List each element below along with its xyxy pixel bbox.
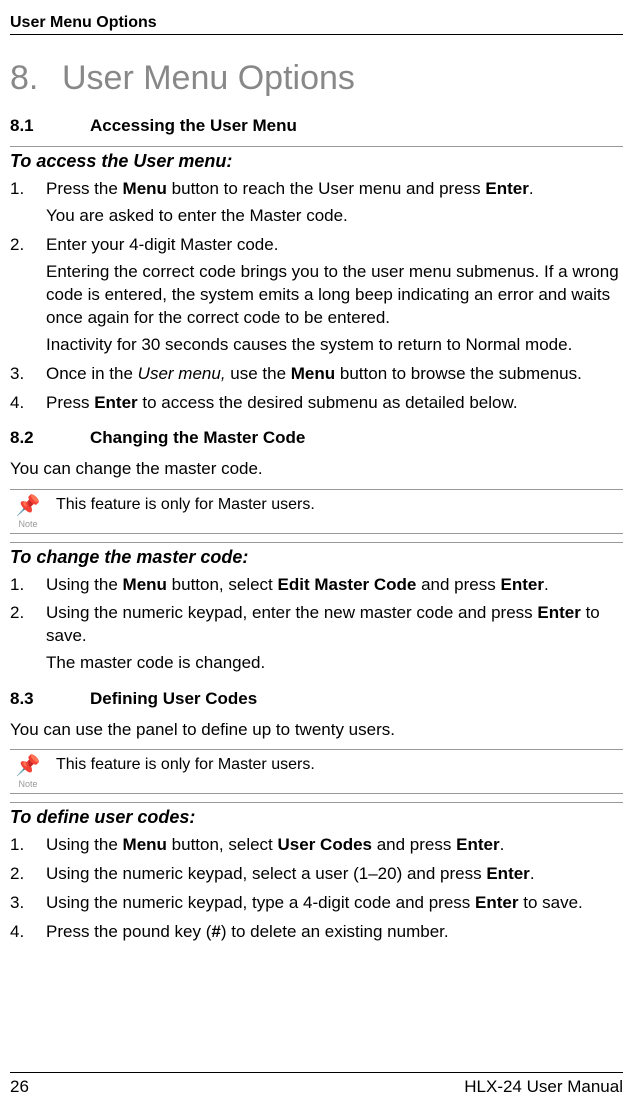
procedure-title-access-user-menu: To access the User menu: — [10, 146, 623, 172]
step-3: 3. Once in the User menu, use the Menu b… — [10, 363, 623, 390]
text: . — [530, 864, 535, 883]
text: Once in the — [46, 364, 138, 383]
step-number: 3. — [10, 892, 46, 919]
text: Using the numeric keypad, select a user … — [46, 864, 486, 883]
step-number: 4. — [10, 921, 46, 948]
text: ) to delete an existing number. — [221, 922, 449, 941]
enter-button-label: Enter — [94, 393, 137, 412]
step-1: 1. Using the Menu button, select Edit Ma… — [10, 574, 623, 601]
step-detail: Inactivity for 30 seconds causes the sys… — [46, 334, 623, 357]
text: Press the pound key ( — [46, 922, 211, 941]
menu-button-label: Menu — [123, 575, 167, 594]
step-number: 2. — [10, 863, 46, 890]
note-box: 📌 Note This feature is only for Master u… — [10, 489, 623, 534]
step-number: 2. — [10, 602, 46, 679]
enter-button-label: Enter — [500, 575, 543, 594]
text: button, select — [167, 575, 278, 594]
note-label: Note — [10, 779, 46, 789]
section-8-1-heading: 8.1Accessing the User Menu — [10, 116, 623, 136]
procedure-steps: 1. Using the Menu button, select Edit Ma… — [10, 574, 623, 680]
step-text: Enter your 4-digit Master code. — [46, 234, 623, 257]
page-number: 26 — [10, 1077, 29, 1097]
step-1: 1. Using the Menu button, select User Co… — [10, 834, 623, 861]
section-8-2-heading: 8.2Changing the Master Code — [10, 428, 623, 448]
step-number: 3. — [10, 363, 46, 390]
step-detail: You are asked to enter the Master code. — [46, 205, 623, 228]
manual-title: HLX-24 User Manual — [464, 1077, 623, 1097]
step-number: 1. — [10, 574, 46, 601]
section-number: 8.3 — [10, 689, 90, 709]
enter-button-label: Enter — [475, 893, 518, 912]
step-2: 2. Using the numeric keypad, enter the n… — [10, 602, 623, 679]
note-text: This feature is only for Master users. — [56, 756, 315, 774]
text: and press — [416, 575, 500, 594]
menu-button-label: Menu — [123, 179, 167, 198]
procedure-steps: 1. Using the Menu button, select User Co… — [10, 834, 623, 948]
step-number: 4. — [10, 392, 46, 419]
section-8-3-heading: 8.3Defining User Codes — [10, 689, 623, 709]
menu-button-label: Menu — [123, 835, 167, 854]
enter-button-label: Enter — [486, 864, 529, 883]
enter-button-label: Enter — [485, 179, 528, 198]
step-detail: The master code is changed. — [46, 652, 623, 675]
step-number: 2. — [10, 234, 46, 361]
step-4: 4. Press the pound key (#) to delete an … — [10, 921, 623, 948]
note-text: This feature is only for Master users. — [56, 496, 315, 514]
text: button to reach the User menu and press — [167, 179, 485, 198]
step-2: 2. Enter your 4-digit Master code. Enter… — [10, 234, 623, 361]
pushpin-icon: 📌 — [16, 495, 41, 517]
step-number: 1. — [10, 834, 46, 861]
text: button, select — [167, 835, 278, 854]
text: Using the — [46, 575, 123, 594]
text: Using the numeric keypad, type a 4-digit… — [46, 893, 475, 912]
text: . — [544, 575, 549, 594]
chapter-name: User Menu Options — [62, 59, 355, 97]
section-title: Defining User Codes — [90, 689, 257, 708]
step-2: 2. Using the numeric keypad, select a us… — [10, 863, 623, 890]
note-label: Note — [10, 519, 46, 529]
step-1: 1. Press the Menu button to reach the Us… — [10, 178, 623, 232]
note-box: 📌 Note This feature is only for Master u… — [10, 749, 623, 794]
text: Using the — [46, 835, 123, 854]
procedure-steps: 1. Press the Menu button to reach the Us… — [10, 178, 623, 418]
chapter-title: 8.User Menu Options — [10, 59, 623, 98]
chapter-number: 8. — [10, 59, 62, 98]
pound-key-label: # — [211, 922, 220, 941]
enter-button-label: Enter — [456, 835, 499, 854]
running-header: User Menu Options — [10, 14, 623, 35]
text: and press — [372, 835, 456, 854]
text: . — [529, 179, 534, 198]
text: Press — [46, 393, 94, 412]
text: button to browse the submenus. — [335, 364, 582, 383]
section-intro: You can change the master code. — [10, 458, 623, 480]
procedure-title-define-user-codes: To define user codes: — [10, 802, 623, 828]
text: to save. — [519, 893, 583, 912]
text: Using the numeric keypad, enter the new … — [46, 603, 537, 622]
section-number: 8.1 — [10, 116, 90, 136]
text: use the — [226, 364, 291, 383]
step-4: 4. Press Enter to access the desired sub… — [10, 392, 623, 419]
section-intro: You can use the panel to define up to tw… — [10, 719, 623, 741]
step-number: 1. — [10, 178, 46, 232]
note-icon: 📌 Note — [10, 756, 46, 789]
edit-master-code-label: Edit Master Code — [278, 575, 417, 594]
step-3: 3. Using the numeric keypad, type a 4-di… — [10, 892, 623, 919]
text: . — [500, 835, 505, 854]
step-detail: Entering the correct code brings you to … — [46, 261, 623, 330]
section-title: Changing the Master Code — [90, 428, 305, 447]
user-menu-italic: User menu, — [138, 364, 226, 383]
text: Press the — [46, 179, 123, 198]
procedure-title-change-master: To change the master code: — [10, 542, 623, 568]
note-icon: 📌 Note — [10, 496, 46, 529]
user-codes-label: User Codes — [278, 835, 372, 854]
pushpin-icon: 📌 — [16, 755, 41, 777]
page-footer: 26 HLX-24 User Manual — [10, 1072, 623, 1097]
menu-button-label: Menu — [291, 364, 335, 383]
enter-button-label: Enter — [537, 603, 580, 622]
text: to access the desired submenu as detaile… — [138, 393, 518, 412]
section-title: Accessing the User Menu — [90, 116, 297, 135]
section-number: 8.2 — [10, 428, 90, 448]
